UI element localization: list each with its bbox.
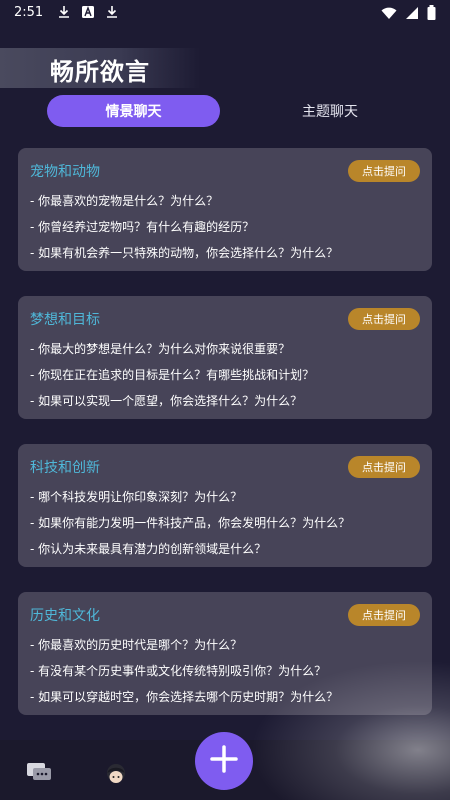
download-icon (57, 5, 71, 19)
question-item: - 你最大的梦想是什么？为什么对你来说很重要？ (30, 342, 291, 356)
ask-button[interactable]: 点击提问 (348, 604, 420, 626)
tab-scenario-chat[interactable]: 情景聊天 (47, 95, 220, 127)
plus-icon (209, 744, 239, 778)
question-item: - 你最喜欢的历史时代是哪个？为什么？ (30, 638, 243, 652)
card-title: 梦想和目标 (30, 312, 100, 328)
download-icon (105, 5, 119, 19)
card-title: 科技和创新 (30, 460, 100, 476)
question-item: - 如果有机会养一只特殊的动物，你会选择什么？为什么？ (30, 246, 339, 260)
question-item: - 你现在正在追求的目标是什么？有哪些挑战和计划？ (30, 368, 315, 382)
tab-topic-chat[interactable]: 主题聊天 (260, 95, 400, 127)
topic-card: 宠物和动物 点击提问 - 你最喜欢的宠物是什么？为什么？ - 你曾经养过宠物吗？… (18, 148, 432, 271)
ask-button[interactable]: 点击提问 (348, 456, 420, 478)
question-item: - 如果可以穿越时空，你会选择去哪个历史时期？为什么？ (30, 690, 339, 704)
signal-icon (405, 6, 419, 24)
wifi-icon (381, 6, 397, 24)
question-item: - 哪个科技发明让你印象深刻？为什么？ (30, 490, 243, 504)
card-title: 历史和文化 (30, 608, 100, 624)
question-item: - 如果可以实现一个愿望，你会选择什么？为什么？ (30, 394, 303, 408)
question-item: - 你曾经养过宠物吗？有什么有趣的经历？ (30, 220, 255, 234)
status-time: 2:51 (14, 4, 44, 20)
ask-button[interactable]: 点击提问 (348, 308, 420, 330)
card-title: 宠物和动物 (30, 164, 100, 180)
question-item: - 你最喜欢的宠物是什么？为什么？ (30, 194, 219, 208)
status-bar: 2:51 (0, 0, 450, 24)
question-item: - 如果你有能力发明一件科技产品，你会发明什么？为什么？ (30, 516, 351, 530)
topic-card: 历史和文化 点击提问 - 你最喜欢的历史时代是哪个？为什么？ - 有没有某个历史… (18, 592, 432, 715)
battery-icon (427, 5, 436, 24)
ask-button[interactable]: 点击提问 (348, 160, 420, 182)
question-item: - 有没有某个历史事件或文化传统特别吸引你？为什么？ (30, 664, 327, 678)
chat-icon[interactable] (26, 762, 51, 784)
add-button[interactable] (195, 732, 253, 790)
tab-bar: 情景聊天 主题聊天 (47, 95, 407, 127)
avatar-icon[interactable] (104, 762, 128, 784)
page-title: 畅所欲言 (50, 58, 150, 86)
font-icon (81, 5, 95, 19)
question-item: - 你认为未来最具有潜力的创新领域是什么？ (30, 542, 267, 556)
topic-card: 梦想和目标 点击提问 - 你最大的梦想是什么？为什么对你来说很重要？ - 你现在… (18, 296, 432, 419)
topic-card: 科技和创新 点击提问 - 哪个科技发明让你印象深刻？为什么？ - 如果你有能力发… (18, 444, 432, 567)
